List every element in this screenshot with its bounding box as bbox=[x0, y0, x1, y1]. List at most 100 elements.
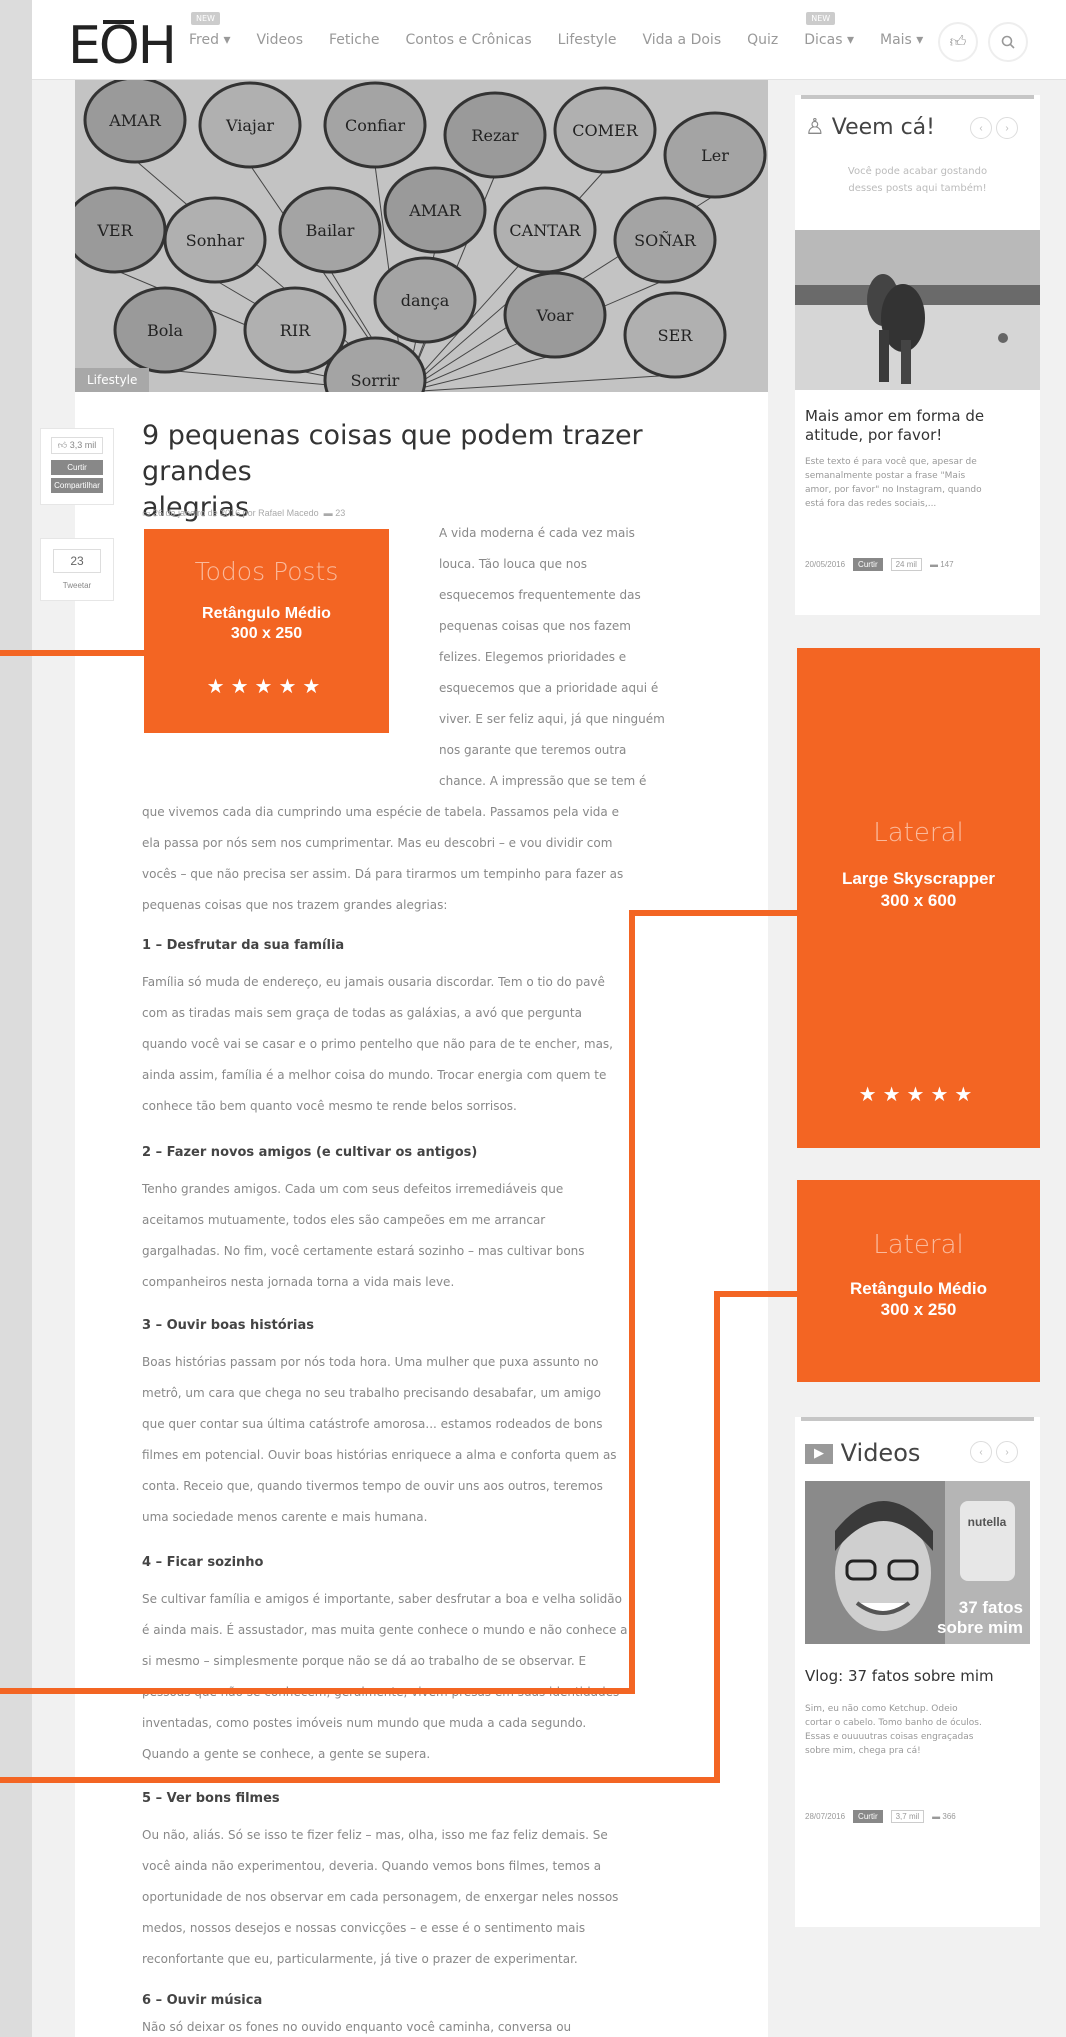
video-post-title[interactable]: Vlog: 37 fatos sobre mim bbox=[805, 1667, 994, 1685]
like-count: 👍︎ 3,3 mil bbox=[51, 437, 103, 454]
chevron-down-icon: ▾ bbox=[916, 32, 924, 48]
star-rating: ★★★★★ bbox=[858, 1084, 979, 1106]
balloon-word: Voar bbox=[536, 306, 574, 325]
site-logo[interactable]: EOH bbox=[68, 16, 177, 76]
facebook-like-button[interactable]: Curtir bbox=[853, 558, 883, 571]
tweet-box: 23 Tweetar bbox=[40, 538, 114, 601]
widget-title: ▶ Videos bbox=[805, 1439, 920, 1467]
widget-divider bbox=[801, 1417, 1034, 1421]
section-body: Tenho grandes amigos. Cada um com seus d… bbox=[142, 1182, 585, 1289]
ad-post-rectangle[interactable]: Todos Posts Retângulo Médio 300 x 250 ★★… bbox=[144, 529, 389, 733]
thumb-caption: sobre mim bbox=[937, 1618, 1023, 1637]
widget-title: ♙ Veem cá! bbox=[805, 115, 935, 140]
nav-item-dicas[interactable]: NEW Dicas ▾ bbox=[804, 12, 854, 48]
balloon-word: Bola bbox=[147, 321, 184, 340]
connector-line bbox=[714, 1291, 720, 1783]
balloon-word: Ler bbox=[701, 146, 729, 165]
facebook-like-button[interactable]: Curtir bbox=[51, 460, 103, 475]
article-meta: ▭ 26 de janeiro de 2016 por Rafael Maced… bbox=[142, 508, 346, 518]
widget-pager: ‹ › bbox=[970, 117, 1018, 139]
new-badge: NEW bbox=[191, 12, 220, 25]
nav-item-quiz[interactable]: Quiz bbox=[747, 32, 778, 48]
chevron-left-icon[interactable]: ‹ bbox=[970, 117, 992, 139]
search-icon bbox=[1001, 35, 1015, 49]
comment-icon: ▬ bbox=[932, 1812, 941, 1821]
couple-beach-photo[interactable] bbox=[795, 230, 1040, 390]
section-heading: 4 – Ficar sozinho bbox=[142, 1555, 264, 1570]
top-navigation-bar: EOH NEW Fred ▾ Videos Fetiche Contos e Cr… bbox=[32, 0, 1066, 80]
like-button[interactable]: 👍︎ bbox=[938, 22, 978, 62]
section-body: Boas histórias passam por nós toda hora.… bbox=[142, 1355, 617, 1524]
balloon-word: AMAR bbox=[108, 111, 161, 130]
related-post-title[interactable]: Mais amor em forma de atitude, por favor… bbox=[805, 407, 984, 445]
play-icon: ▶ bbox=[805, 1444, 833, 1464]
nav-item-vida-a-dois[interactable]: Vida a Dois bbox=[642, 32, 721, 48]
balloon-word: CANTAR bbox=[509, 221, 581, 240]
comment-icon: ▬ bbox=[323, 508, 333, 518]
section-body: Ou não, aliás. Só se isso te fizer feliz… bbox=[142, 1828, 619, 1966]
widget-pager: ‹ › bbox=[970, 1441, 1018, 1463]
star-rating: ★★★★★ bbox=[206, 676, 327, 698]
chevron-left-icon[interactable]: ‹ bbox=[970, 1441, 992, 1463]
facebook-share-button[interactable]: Compartilhar bbox=[51, 478, 103, 493]
tweet-count: 23 bbox=[53, 549, 101, 573]
share-box: 👍︎ 3,3 mil Curtir Compartilhar bbox=[40, 428, 114, 505]
balloon-word: Rezar bbox=[471, 126, 518, 145]
balloon-word: dança bbox=[401, 291, 450, 310]
section-heading: 2 – Fazer novos amigos (e cultivar os an… bbox=[142, 1145, 478, 1160]
new-badge: NEW bbox=[806, 12, 836, 25]
connector-line bbox=[0, 650, 144, 656]
balloon-word: VER bbox=[96, 221, 133, 240]
chevron-right-icon[interactable]: › bbox=[996, 117, 1018, 139]
section-body: Não só deixar os fones no ouvido enquant… bbox=[142, 2020, 572, 2034]
post-date: 28/07/2016 bbox=[805, 1812, 846, 1821]
balloon-word: AMAR bbox=[408, 201, 461, 220]
balloon-word: RIR bbox=[280, 321, 311, 340]
videos-widget: ▶ Videos ‹ › nutella 37 fatos sobre mim V… bbox=[795, 1417, 1040, 1927]
post-footer: 20/05/2016 Curtir 24 mil ▬ 147 bbox=[805, 558, 954, 571]
balloon-word: SER bbox=[658, 326, 694, 345]
chevron-right-icon[interactable]: › bbox=[996, 1441, 1018, 1463]
nav-item-mais[interactable]: Mais ▾ bbox=[880, 32, 923, 48]
hero-image-balloons: AMAR Viajar Confiar Rezar COMER Ler VER Sonhar B… bbox=[75, 80, 768, 392]
balloon-word: Bailar bbox=[306, 221, 355, 240]
comment-icon: ▬ bbox=[929, 560, 938, 569]
connector-line bbox=[0, 1777, 720, 1783]
nav-item-fetiche[interactable]: Fetiche bbox=[329, 32, 379, 48]
nav-item-videos[interactable]: Videos bbox=[256, 32, 303, 48]
search-button[interactable] bbox=[988, 22, 1028, 62]
ad-large-skyscraper[interactable]: Lateral Large Skyscrapper 300 x 600 ★★★★… bbox=[797, 648, 1040, 1148]
post-date: 20/05/2016 bbox=[805, 560, 846, 569]
section-heading: 6 – Ouvir música bbox=[142, 1993, 263, 2008]
facebook-like-button[interactable]: Curtir bbox=[853, 1810, 883, 1823]
thumb-caption: 37 fatos bbox=[959, 1598, 1023, 1617]
balloon-word: Sonhar bbox=[186, 231, 245, 250]
ad-side-rectangle[interactable]: Lateral Retângulo Médio 300 x 250 bbox=[797, 1180, 1040, 1382]
comment-count: ▬ 366 bbox=[932, 1812, 956, 1821]
balloon-illustration: AMAR Viajar Confiar Rezar COMER Ler VER Sonhar B… bbox=[75, 80, 768, 392]
video-thumbnail[interactable]: nutella 37 fatos sobre mim bbox=[805, 1481, 1030, 1644]
tweet-button[interactable]: Tweetar bbox=[41, 581, 113, 590]
like-count: 3,7 mil bbox=[890, 1810, 925, 1823]
connector-line bbox=[629, 910, 635, 1694]
post-footer: 28/07/2016 Curtir 3,7 mil ▬ 366 bbox=[805, 1810, 956, 1823]
widget-subtitle: Você pode acabar gostando desses posts a… bbox=[847, 166, 988, 194]
section-body: Se cultivar família e amigos é important… bbox=[142, 1592, 628, 1761]
connector-line bbox=[0, 1688, 635, 1694]
nav-item-contos[interactable]: Contos e Crônicas bbox=[405, 32, 531, 48]
balloon-word: Confiar bbox=[345, 116, 405, 135]
article-intro-continued: que vivemos cada dia cumprindo uma espéc… bbox=[142, 805, 624, 912]
jar-label: nutella bbox=[968, 1515, 1007, 1529]
section-heading: 3 – Ouvir boas histórias bbox=[142, 1318, 315, 1333]
nav-item-fred[interactable]: NEW Fred ▾ bbox=[189, 12, 231, 48]
main-nav: NEW Fred ▾ Videos Fetiche Contos e Crônic… bbox=[189, 12, 923, 48]
nav-item-lifestyle[interactable]: Lifestyle bbox=[558, 32, 617, 48]
balloon-word: Viajar bbox=[225, 116, 274, 135]
section-heading: 1 – Desfrutar da sua família bbox=[142, 938, 345, 953]
balloon-word: COMER bbox=[572, 121, 638, 140]
chevron-down-icon: ▾ bbox=[223, 32, 231, 48]
thumbs-up-icon: 👍︎ bbox=[949, 33, 967, 51]
section-heading: 5 – Ver bons filmes bbox=[142, 1791, 280, 1806]
like-count: 24 mil bbox=[890, 558, 922, 571]
category-tag[interactable]: Lifestyle bbox=[75, 368, 150, 392]
